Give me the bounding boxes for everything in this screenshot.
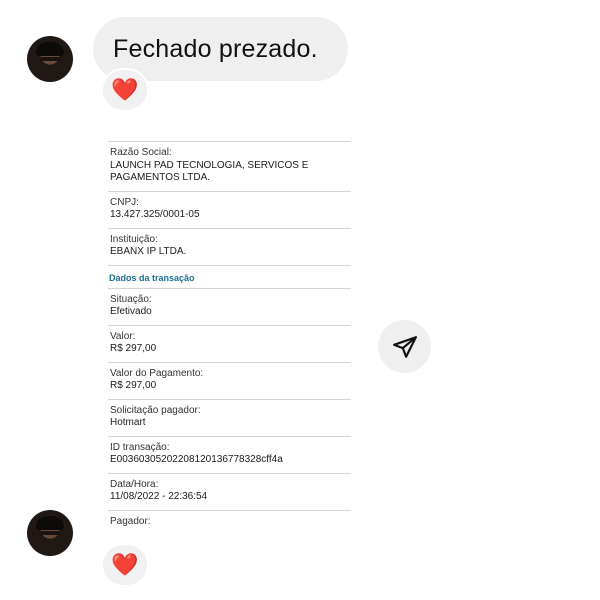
receipt-section-title: Dados da transação bbox=[108, 264, 351, 288]
receipt-field-solicitacao: Solicitação pagador: Hotmart bbox=[108, 398, 351, 436]
sender-avatar-bottom[interactable] bbox=[27, 510, 73, 556]
receipt-field-cnpj: CNPJ: 13.427.325/0001-05 bbox=[108, 190, 351, 228]
send-icon bbox=[392, 335, 417, 358]
payment-receipt-image[interactable]: Razão Social: LAUNCH PAD TECNOLOGIA, SER… bbox=[108, 141, 351, 556]
heart-icon: ❤️ bbox=[111, 77, 139, 102]
share-button[interactable] bbox=[378, 320, 431, 373]
receipt-field-situacao: Situação: Efetivado bbox=[108, 287, 351, 325]
heart-reaction-bottom[interactable]: ❤️ bbox=[101, 543, 149, 587]
message-text: Fechado prezado. bbox=[113, 34, 318, 63]
receipt-field-instituicao: Instituição: EBANX IP LTDA. bbox=[108, 227, 351, 265]
sender-avatar[interactable] bbox=[27, 36, 73, 82]
receipt-field-data-hora: Data/Hora: 11/08/2022 - 22:36:54 bbox=[108, 472, 351, 510]
receipt-field-id-transacao: ID transação: E0036030520220812013677832… bbox=[108, 435, 351, 473]
receipt-field-valor: Valor: R$ 297,00 bbox=[108, 324, 351, 362]
receipt-field-pagador: Pagador: bbox=[108, 509, 351, 535]
receipt-field-valor-pagamento: Valor do Pagamento: R$ 297,00 bbox=[108, 361, 351, 399]
heart-icon: ❤️ bbox=[111, 552, 139, 577]
heart-reaction[interactable]: ❤️ bbox=[101, 68, 149, 112]
receipt-field-razao-social: Razão Social: LAUNCH PAD TECNOLOGIA, SER… bbox=[108, 141, 351, 191]
